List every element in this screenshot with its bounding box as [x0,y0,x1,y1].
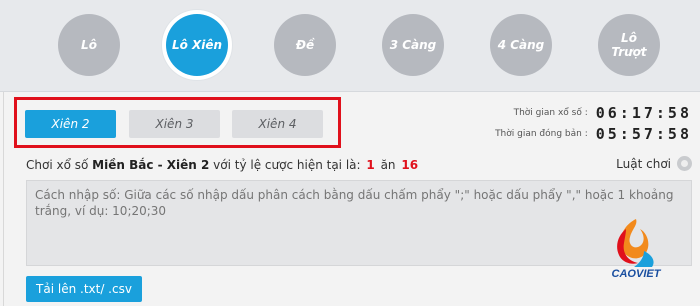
category-3-cang[interactable]: 3 Càng [382,14,444,76]
rate-stake: 1 [366,158,375,172]
info-middle: với tỷ lệ cược hiện tại là: [213,158,361,172]
category-label: Đề [295,38,315,52]
tab-label: Xiên 4 [258,117,297,131]
number-input[interactable] [26,180,692,266]
rules-toggle-icon [677,156,692,171]
category-label: Lô Trượt [611,31,647,59]
tab-label: Xiên 2 [51,117,90,131]
draw-timer-value: 06:17:58 [595,104,692,122]
upload-file-button[interactable]: Tải lên .txt/ .csv [26,276,142,302]
rate-word: ăn [380,158,396,172]
tab-xien-2[interactable]: Xiên 2 [25,110,116,138]
info-prefix: Chơi xổ số [26,158,89,172]
category-bar: Lô Lô Xiên Đề 3 Càng 4 Càng Lô Trượt [0,0,700,92]
close-timer: Thời gian đóng bản : 05:57:58 [495,125,692,143]
category-4-cang[interactable]: 4 Càng [490,14,552,76]
subtab-group: Xiên 2 Xiên 3 Xiên 4 [14,97,341,148]
category-de[interactable]: Đề [274,14,336,76]
odds-info: Chơi xổ số Miền Bắc - Xiên 2 với tỷ lệ c… [26,158,420,172]
close-timer-label: Thời gian đóng bản : [495,129,588,139]
divider [3,92,4,306]
category-lo-truot[interactable]: Lô Trượt [598,14,660,76]
category-label: Lô [81,38,97,52]
rate-payout: 16 [401,158,419,172]
rules-link[interactable]: Luật chơi [616,156,692,171]
caoviet-logo: CAOVIET [612,219,662,280]
rules-link-label: Luật chơi [616,156,671,171]
category-label: 3 Càng [389,38,437,52]
game-name: Miền Bắc - Xiên 2 [92,158,210,172]
logo-text: CAOVIET [612,268,662,280]
draw-timer: Thời gian xổ số : 06:17:58 [514,104,692,122]
close-timer-value: 05:57:58 [595,125,692,143]
category-lo-xien[interactable]: Lô Xiên [166,14,228,76]
category-label: Lô Xiên [171,38,223,52]
upload-button-label: Tải lên .txt/ .csv [36,282,132,296]
tab-xien-4[interactable]: Xiên 4 [232,110,323,138]
tab-label: Xiên 3 [155,117,194,131]
category-lo[interactable]: Lô [58,14,120,76]
category-label: 4 Càng [497,38,545,52]
tab-xien-3[interactable]: Xiên 3 [129,110,220,138]
draw-timer-label: Thời gian xổ số : [513,108,588,118]
